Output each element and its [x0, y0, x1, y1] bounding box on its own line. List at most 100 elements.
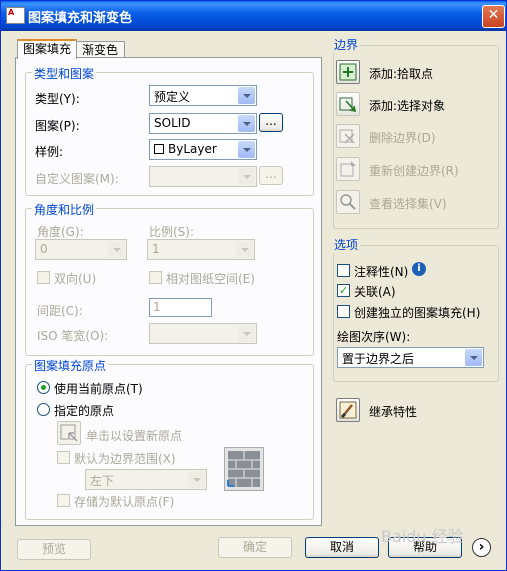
recreate-boundary-label: 重新创建边界(R) — [369, 164, 459, 178]
store-default-origin-checkbox[interactable] — [57, 494, 70, 507]
chevron-down-icon — [188, 471, 205, 488]
iso-pen-width-select[interactable] — [149, 323, 257, 344]
swatch-label: 样例: — [35, 145, 64, 159]
separate-hatches-checkbox[interactable] — [337, 305, 350, 318]
add-select-objects-button[interactable] — [336, 92, 360, 116]
chevron-down-icon — [238, 141, 255, 158]
pick-point-icon — [339, 63, 357, 81]
angle-value: 0 — [40, 242, 48, 256]
type-pattern-group: 类型和图案 类型(Y): 预定义 图案(P): SOLID ... 样例: By… — [25, 65, 314, 196]
group-title-type-pattern: 类型和图案 — [32, 65, 97, 82]
cancel-button[interactable]: 取消 — [305, 537, 379, 558]
remove-boundaries-label: 删除边界(D) — [369, 131, 436, 145]
click-set-origin-label: 单击以设置新原点 — [86, 429, 183, 443]
inherit-properties-label: 继承特性 — [369, 405, 418, 419]
boundary-group: 边界 添加:拾取点 添加:选择对象 删除边界(D) 重新创建边界(R) 查看选择… — [332, 36, 499, 229]
type-label: 类型(Y): — [35, 92, 80, 106]
title-bar[interactable]: A 图案填充和渐变色 ✕ — [1, 1, 506, 31]
pattern-browse-button[interactable]: ... — [259, 113, 283, 132]
pattern-label: 图案(P): — [35, 119, 80, 133]
add-pick-points-button[interactable] — [336, 60, 360, 84]
angle-scale-group: 角度和比例 角度(G): 0 比例(S): 1 双向(U) 相对图纸空间(E) … — [25, 201, 314, 356]
type-select[interactable]: 预定义 — [149, 85, 257, 106]
draw-order-label: 绘图次序(W): — [337, 330, 411, 344]
scale-label: 比例(S): — [149, 225, 195, 239]
remove-boundary-icon — [339, 129, 355, 144]
spacing-label: 间距(C): — [37, 304, 83, 318]
scale-value: 1 — [152, 242, 160, 256]
inherit-properties-button[interactable] — [336, 398, 360, 422]
origin-preview — [224, 447, 264, 491]
pattern-select[interactable]: SOLID — [149, 113, 257, 134]
tab-gradient[interactable]: 渐变色 — [75, 41, 125, 58]
associative-checkbox[interactable]: ✓ — [337, 284, 350, 297]
tab-hatch[interactable]: 图案填充 — [17, 39, 77, 59]
view-selections-button[interactable] — [336, 190, 360, 214]
iso-pen-width-label: ISO 笔宽(O): — [37, 329, 109, 343]
recreate-boundary-icon — [340, 161, 356, 177]
chevron-down-icon — [465, 349, 482, 366]
separate-hatches-label: 创建独立的图案填充(H) — [354, 306, 481, 320]
pattern-value: SOLID — [154, 116, 191, 130]
spacing-input[interactable]: 1 — [149, 298, 212, 317]
specified-origin-label: 指定的原点 — [54, 404, 115, 418]
dialog-window: A 图案填充和渐变色 ✕ 图案填充 渐变色 类型和图案 类型(Y): 预定义 图… — [0, 0, 507, 571]
group-title-origin: 图案填充原点 — [32, 357, 109, 374]
custom-pattern-label: 自定义图案(M): — [35, 172, 119, 186]
watermark-text: Baidu 经验 — [381, 527, 464, 546]
magnifier-icon — [340, 194, 356, 210]
use-current-origin-label: 使用当前原点(T) — [54, 382, 143, 396]
preview-button[interactable]: 预览 — [17, 539, 91, 560]
angle-select[interactable]: 0 — [35, 239, 127, 260]
close-button[interactable]: ✕ — [482, 5, 505, 28]
window-title: 图案填充和渐变色 — [28, 11, 133, 26]
chevron-down-icon — [108, 241, 125, 258]
specified-origin-radio[interactable] — [37, 403, 50, 416]
info-icon[interactable]: i — [412, 262, 426, 276]
group-title-options: 选项 — [332, 236, 361, 253]
hatch-tab-panel: 类型和图案 类型(Y): 预定义 图案(P): SOLID ... 样例: By… — [15, 57, 322, 526]
origin-position-value: 左下 — [90, 474, 115, 488]
add-select-objects-label: 添加:选择对象 — [369, 99, 446, 113]
chevron-down-icon — [238, 325, 255, 342]
type-value: 预定义 — [154, 90, 191, 104]
draw-order-value: 置于边界之后 — [342, 352, 415, 366]
autocad-app-icon: A — [6, 7, 25, 24]
options-group: 选项 注释性(N) i ✓ 关联(A) 创建独立的图案填充(H) 绘图次序(W)… — [332, 236, 499, 382]
view-selections-label: 查看选择集(V) — [369, 197, 447, 211]
store-default-origin-label: 存储为默认原点(F) — [74, 495, 175, 509]
chevron-down-icon — [238, 115, 255, 132]
chevron-down-icon — [238, 168, 255, 185]
paintbrush-icon — [339, 401, 357, 419]
default-extent-checkbox[interactable] — [57, 451, 70, 464]
swatch-color-box — [154, 144, 164, 154]
select-objects-icon — [339, 97, 357, 113]
angle-label: 角度(G): — [37, 225, 84, 239]
app-icon-text: A — [8, 8, 15, 17]
custom-browse-button[interactable]: ... — [259, 166, 283, 185]
double-checkbox[interactable] — [37, 271, 50, 284]
custom-pattern-select[interactable] — [149, 166, 257, 187]
default-extent-label: 默认为边界范围(X) — [74, 452, 176, 466]
remove-boundaries-button[interactable] — [336, 124, 360, 148]
set-origin-button[interactable] — [57, 421, 81, 445]
use-current-origin-radio[interactable] — [37, 381, 50, 394]
chevron-down-icon — [236, 241, 253, 258]
recreate-boundary-button[interactable] — [336, 157, 360, 181]
group-title-angle-scale: 角度和比例 — [32, 201, 97, 218]
more-options-button[interactable]: › — [472, 538, 491, 557]
ok-button[interactable]: 确定 — [218, 537, 292, 558]
relative-paper-label: 相对图纸空间(E) — [166, 272, 255, 286]
annotative-checkbox[interactable] — [337, 264, 350, 277]
double-label: 双向(U) — [54, 272, 97, 286]
group-title-boundary: 边界 — [332, 36, 361, 53]
swatch-value: ByLayer — [168, 142, 217, 156]
relative-paper-checkbox[interactable] — [149, 271, 162, 284]
swatch-select[interactable]: ByLayer — [149, 139, 257, 160]
spacing-value: 1 — [153, 300, 161, 314]
draw-order-select[interactable]: 置于边界之后 — [337, 347, 484, 368]
scale-select[interactable]: 1 — [147, 239, 255, 260]
origin-position-select[interactable]: 左下 — [85, 469, 207, 490]
set-origin-icon — [60, 424, 78, 442]
annotative-label: 注释性(N) — [354, 265, 409, 279]
